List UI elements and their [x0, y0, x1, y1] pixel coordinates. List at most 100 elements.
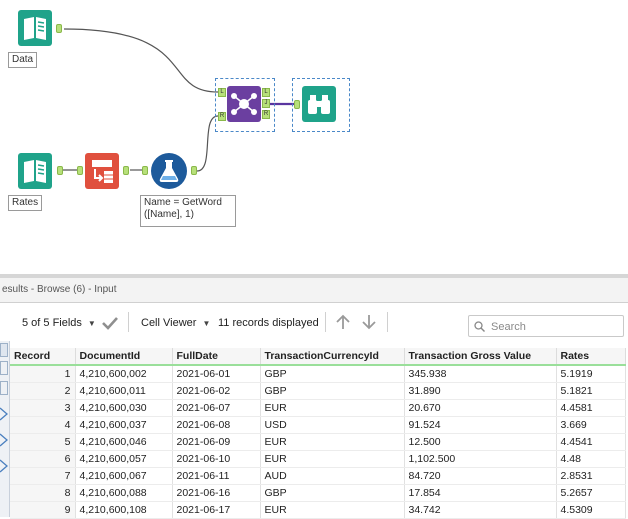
table-cell[interactable]: 2021-06-08 [172, 416, 261, 434]
parse-input-anchor[interactable] [77, 166, 83, 175]
table-cell[interactable]: EUR [260, 433, 405, 451]
column-header[interactable]: DocumentId [75, 348, 173, 366]
browse-tool[interactable] [302, 86, 336, 122]
table-cell[interactable]: 4,210,600,002 [75, 365, 173, 383]
search-box[interactable] [468, 315, 624, 337]
table-cell[interactable]: 4,210,600,057 [75, 450, 173, 468]
join-join-output-anchor[interactable]: J [262, 99, 270, 108]
join-right-input-anchor[interactable]: R [218, 112, 226, 121]
table-cell[interactable]: 2021-06-16 [172, 484, 261, 502]
grid-view-icon[interactable] [0, 361, 8, 375]
chevron-right-icon[interactable] [0, 459, 8, 473]
table-cell[interactable]: 17.854 [404, 484, 557, 502]
workflow-canvas[interactable]: Data Rates Name = GetWord ([Name], 1) L … [0, 0, 628, 274]
table-cell[interactable]: EUR [260, 399, 405, 417]
table-cell[interactable]: EUR [260, 450, 405, 468]
arrow-up-icon[interactable] [336, 314, 350, 330]
table-cell[interactable]: 4.4581 [556, 399, 626, 417]
search-input[interactable] [489, 318, 623, 336]
toolbar-divider [325, 312, 326, 332]
join-left-output-anchor[interactable]: L [262, 88, 270, 97]
record-number: 1 [10, 365, 76, 383]
chevron-down-icon: ▼ [87, 319, 96, 328]
data-output-anchor[interactable] [56, 24, 62, 33]
table-cell[interactable]: AUD [260, 467, 405, 485]
join-left-input-anchor[interactable]: L [218, 88, 226, 97]
table-cell[interactable]: 2021-06-01 [172, 365, 261, 383]
table-cell[interactable]: 4,210,600,037 [75, 416, 173, 434]
table-cell[interactable]: GBP [260, 382, 405, 400]
table-cell[interactable]: 5.2657 [556, 484, 626, 502]
table-cell[interactable]: 4.5309 [556, 501, 626, 519]
table-cell[interactable]: 3.669 [556, 416, 626, 434]
table-cell[interactable]: 12.500 [404, 433, 557, 451]
checkmark-icon[interactable] [102, 316, 118, 330]
table-cell[interactable]: 2021-06-07 [172, 399, 261, 417]
column-header[interactable]: Rates [556, 348, 626, 366]
table-cell[interactable]: 4,210,600,088 [75, 484, 173, 502]
record-number: 3 [10, 399, 76, 417]
table-row[interactable]: 7 4,210,600,067 2021-06-11 AUD 84.720 2.… [10, 467, 626, 485]
table-cell[interactable]: 31.890 [404, 382, 557, 400]
formula-output-anchor[interactable] [191, 166, 197, 175]
table-cell[interactable]: 4.4541 [556, 433, 626, 451]
table-cell[interactable]: 5.1821 [556, 382, 626, 400]
table-cell[interactable]: 20.670 [404, 399, 557, 417]
table-cell[interactable]: 84.720 [404, 467, 557, 485]
chevron-right-icon[interactable] [0, 433, 8, 447]
column-header[interactable]: FullDate [172, 348, 261, 366]
join-tool[interactable] [227, 86, 261, 122]
table-cell[interactable]: 4,210,600,046 [75, 433, 173, 451]
table-cell[interactable]: GBP [260, 365, 405, 383]
rates-output-anchor[interactable] [57, 166, 63, 175]
arrow-down-icon[interactable] [362, 314, 376, 330]
table-row[interactable]: 5 4,210,600,046 2021-06-09 EUR 12.500 4.… [10, 433, 626, 451]
table-row[interactable]: 9 4,210,600,108 2021-06-17 EUR 34.742 4.… [10, 501, 626, 519]
metadata-icon[interactable] [0, 381, 8, 395]
table-cell[interactable]: 4,210,600,011 [75, 382, 173, 400]
browse-input-anchor[interactable] [294, 100, 300, 109]
table-cell[interactable]: EUR [260, 501, 405, 519]
formula-input-anchor[interactable] [142, 166, 148, 175]
table-cell[interactable]: 34.742 [404, 501, 557, 519]
table-cell[interactable]: 2021-06-09 [172, 433, 261, 451]
table-cell[interactable]: USD [260, 416, 405, 434]
column-header[interactable]: Record [10, 348, 76, 366]
fields-selector[interactable]: 5 of 5 Fields ▼ [22, 317, 96, 329]
column-header[interactable]: Transaction Gross Value [404, 348, 557, 366]
data-input-tool[interactable] [18, 10, 52, 46]
table-cell[interactable]: 4,210,600,067 [75, 467, 173, 485]
table-view-icon[interactable] [0, 343, 8, 357]
table-cell[interactable]: 4,210,600,108 [75, 501, 173, 519]
data-tool-label: Data [8, 52, 38, 68]
table-cell[interactable]: 2021-06-02 [172, 382, 261, 400]
table-cell[interactable]: 4,210,600,030 [75, 399, 173, 417]
table-row[interactable]: 4 4,210,600,037 2021-06-08 USD 91.524 3.… [10, 416, 626, 434]
formula-tool[interactable] [150, 152, 188, 190]
rates-input-tool[interactable] [18, 153, 52, 189]
cell-viewer-dropdown[interactable]: Cell Viewer ▼ [141, 317, 210, 329]
table-cell[interactable]: 2021-06-11 [172, 467, 261, 485]
table-cell[interactable]: GBP [260, 484, 405, 502]
table-row[interactable]: 6 4,210,600,057 2021-06-10 EUR 1,102.500… [10, 450, 626, 468]
table-cell[interactable]: 91.524 [404, 416, 557, 434]
table-cell[interactable]: 2021-06-17 [172, 501, 261, 519]
table-row[interactable]: 2 4,210,600,011 2021-06-02 GBP 31.890 5.… [10, 382, 626, 400]
column-header[interactable]: TransactionCurrencyId [260, 348, 405, 366]
table-cell[interactable]: 5.1919 [556, 365, 626, 383]
table-cell[interactable]: 2021-06-10 [172, 450, 261, 468]
parse-output-anchor[interactable] [123, 166, 129, 175]
chevron-right-icon[interactable] [0, 407, 8, 421]
text-to-columns-tool[interactable] [85, 153, 119, 189]
table-row[interactable]: 8 4,210,600,088 2021-06-16 GBP 17.854 5.… [10, 484, 626, 502]
results-pane: esults - Browse (6) - Input 5 of 5 Field… [0, 278, 628, 519]
record-number: 7 [10, 467, 76, 485]
table-row[interactable]: 3 4,210,600,030 2021-06-07 EUR 20.670 4.… [10, 399, 626, 417]
table-row[interactable]: 1 4,210,600,002 2021-06-01 GBP 345.938 5… [10, 365, 626, 383]
join-right-output-anchor[interactable]: R [262, 110, 270, 119]
table-cell[interactable]: 4.48 [556, 450, 626, 468]
book-input-icon [18, 153, 52, 189]
table-cell[interactable]: 1,102.500 [404, 450, 557, 468]
table-cell[interactable]: 345.938 [404, 365, 557, 383]
table-cell[interactable]: 2.8531 [556, 467, 626, 485]
